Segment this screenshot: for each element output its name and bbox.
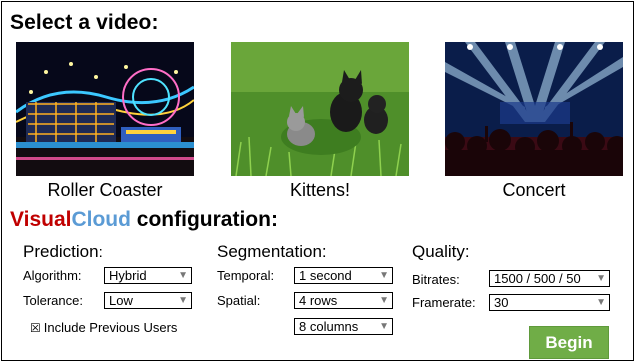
chevron-down-icon: ▼ bbox=[178, 270, 188, 281]
video-thumbnail-roller-coaster[interactable] bbox=[16, 42, 194, 176]
include-previous-users-checkbox[interactable]: ☒ Include Previous Users bbox=[30, 320, 177, 335]
chevron-down-icon: ▼ bbox=[596, 273, 606, 284]
prediction-heading: Prediction: bbox=[23, 242, 103, 261]
config-title-rest: configuration: bbox=[130, 208, 278, 231]
begin-button[interactable]: Begin bbox=[529, 326, 609, 359]
chevron-down-icon: ▼ bbox=[379, 321, 389, 332]
video-thumbnail-concert[interactable] bbox=[445, 42, 623, 176]
brand-cloud: Cloud bbox=[71, 208, 131, 231]
framerate-label: Framerate: bbox=[412, 295, 476, 310]
chevron-down-icon: ▼ bbox=[596, 297, 606, 308]
video-caption-concert[interactable]: Concert bbox=[445, 180, 623, 201]
checkbox-checked-icon[interactable]: ☒ bbox=[30, 321, 41, 335]
select-video-title: Select a video: bbox=[10, 11, 159, 34]
config-title: VisualCloud configuration: bbox=[10, 208, 278, 232]
tolerance-label: Tolerance: bbox=[23, 293, 83, 308]
framerate-select[interactable]: 30 ▼ bbox=[489, 294, 610, 311]
bitrates-select[interactable]: 1500 / 500 / 50 ▼ bbox=[489, 270, 610, 287]
segmentation-heading: Segmentation: bbox=[217, 242, 327, 261]
bitrates-label: Bitrates: bbox=[412, 272, 460, 287]
video-caption-kittens[interactable]: Kittens! bbox=[231, 180, 409, 201]
temporal-select[interactable]: 1 second ▼ bbox=[294, 267, 393, 284]
chevron-down-icon: ▼ bbox=[379, 270, 389, 281]
spatial-columns-select[interactable]: 8 columns ▼ bbox=[294, 318, 393, 335]
video-caption-roller-coaster[interactable]: Roller Coaster bbox=[16, 180, 194, 201]
algorithm-select[interactable]: Hybrid ▼ bbox=[104, 267, 192, 284]
spatial-label: Spatial: bbox=[217, 293, 261, 308]
quality-heading: Quality: bbox=[412, 242, 470, 261]
algorithm-label: Algorithm: bbox=[23, 268, 82, 283]
chevron-down-icon: ▼ bbox=[178, 295, 188, 306]
spatial-rows-select[interactable]: 4 rows ▼ bbox=[294, 292, 393, 309]
window-frame: Select a video: Roller Coaster Kittens! … bbox=[1, 1, 634, 361]
chevron-down-icon: ▼ bbox=[379, 295, 389, 306]
brand-visual: Visual bbox=[10, 208, 72, 231]
tolerance-select[interactable]: Low ▼ bbox=[104, 292, 192, 309]
temporal-label: Temporal: bbox=[217, 268, 275, 283]
video-thumbnail-kittens[interactable] bbox=[231, 42, 409, 176]
